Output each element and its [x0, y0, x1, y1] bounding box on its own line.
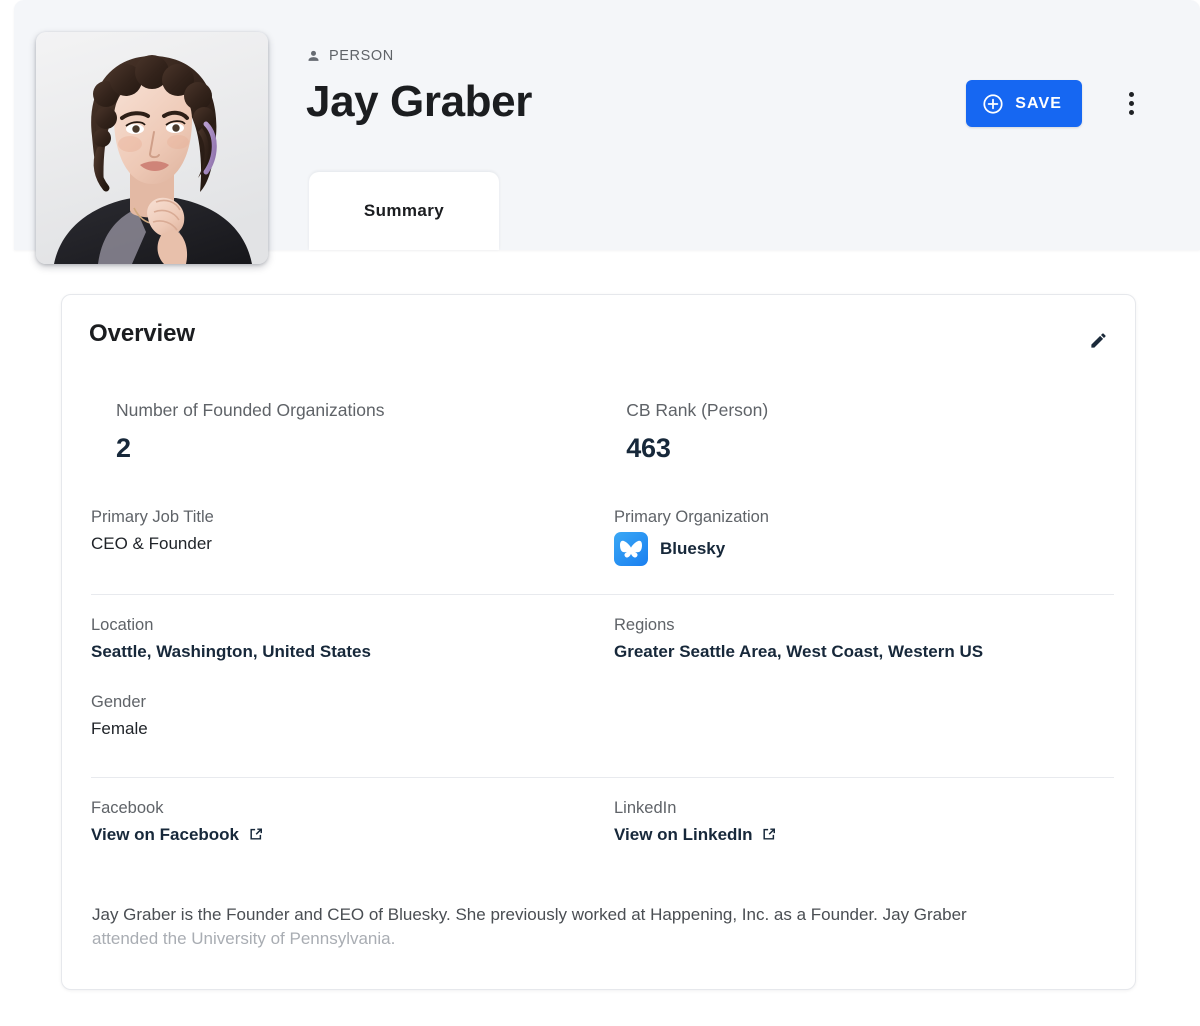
row-gender: Gender Female — [91, 692, 1114, 766]
field-linkedin: LinkedIn View on LinkedIn — [614, 798, 1114, 862]
tab-summary-label: Summary — [364, 201, 444, 221]
row-social-links: Facebook View on Facebook LinkedIn View … — [91, 798, 1114, 862]
description-line-2: attended the University of Pennsylvania. — [92, 927, 1092, 951]
overview-title: Overview — [89, 320, 195, 348]
field-primary-organization: Primary Organization Bluesky — [614, 507, 1114, 583]
person-profile-page: PERSON Jay Graber SAVE Summary Overview — [0, 0, 1200, 1026]
butterfly-glyph — [620, 540, 642, 558]
edit-overview-button[interactable] — [1083, 325, 1113, 355]
field-primary-job-title: Primary Job Title CEO & Founder — [91, 507, 614, 583]
highlight-stats-row: Number of Founded Organizations 2 CB Ran… — [91, 399, 1114, 507]
dot — [1129, 110, 1134, 115]
row-location-and-regions: Location Seattle, Washington, United Sta… — [91, 615, 1114, 692]
linkedin-link-label: View on LinkedIn — [614, 825, 753, 844]
profile-header: PERSON Jay Graber SAVE Summary — [14, 0, 1200, 250]
tab-strip: Summary — [309, 172, 499, 250]
field-value: CEO & Founder — [91, 532, 614, 556]
org-name: Bluesky — [660, 537, 725, 561]
facebook-link[interactable]: View on Facebook — [91, 823, 614, 847]
bluesky-butterfly-icon — [614, 532, 648, 566]
overview-card: Overview Number of Founded Organizations… — [61, 294, 1136, 990]
field-value[interactable]: Greater Seattle Area, West Coast, Wester… — [614, 640, 1114, 664]
field-regions: Regions Greater Seattle Area, West Coast… — [614, 615, 1114, 692]
stat-label: CB Rank (Person) — [626, 399, 1114, 421]
person-icon — [306, 49, 321, 64]
save-button-label: SAVE — [1015, 95, 1062, 113]
field-gender: Gender Female — [91, 692, 614, 766]
field-label: Primary Job Title — [91, 507, 614, 528]
field-value[interactable]: Seattle, Washington, United States — [91, 640, 614, 664]
stat-founded-organizations: Number of Founded Organizations 2 — [116, 399, 626, 507]
field-label: LinkedIn — [614, 798, 1114, 819]
dot — [1129, 101, 1134, 106]
plus-circle-icon — [982, 93, 1004, 115]
entity-kind: PERSON — [306, 46, 532, 66]
stat-value: 463 — [626, 432, 1114, 464]
field-label: Location — [91, 615, 614, 636]
save-button[interactable]: SAVE — [966, 80, 1082, 127]
entity-kind-label: PERSON — [329, 48, 394, 64]
field-label: Regions — [614, 615, 1114, 636]
tab-summary[interactable]: Summary — [309, 172, 499, 250]
header-text-block: PERSON Jay Graber — [306, 46, 532, 128]
stat-cb-rank: CB Rank (Person) 463 — [626, 399, 1114, 507]
page-title: Jay Graber — [306, 76, 532, 128]
field-facebook: Facebook View on Facebook — [91, 798, 614, 862]
row-gender-spacer — [614, 692, 1114, 766]
facebook-link-label: View on Facebook — [91, 825, 239, 844]
description-line-1: Jay Graber is the Founder and CEO of Blu… — [92, 903, 1092, 927]
more-vertical-icon[interactable] — [1114, 86, 1148, 120]
divider — [91, 594, 1114, 595]
external-link-icon — [249, 827, 263, 841]
linkedin-link[interactable]: View on LinkedIn — [614, 823, 1114, 847]
stat-value: 2 — [116, 432, 626, 464]
avatar — [36, 32, 268, 264]
avatar-image — [36, 32, 268, 264]
field-label: Gender — [91, 692, 614, 713]
field-value[interactable]: Bluesky — [614, 532, 1114, 566]
external-link-icon — [762, 827, 776, 841]
row-job-and-org: Primary Job Title CEO & Founder Primary … — [91, 507, 1114, 583]
pencil-icon — [1089, 331, 1108, 350]
stat-label: Number of Founded Organizations — [116, 399, 626, 421]
dot — [1129, 92, 1134, 97]
divider — [91, 777, 1114, 778]
field-location: Location Seattle, Washington, United Sta… — [91, 615, 614, 692]
field-label: Primary Organization — [614, 507, 1114, 528]
field-label: Facebook — [91, 798, 614, 819]
field-value: Female — [91, 717, 614, 741]
overview-fields: Number of Founded Organizations 2 CB Ran… — [91, 399, 1114, 862]
person-description: Jay Graber is the Founder and CEO of Blu… — [92, 903, 1092, 951]
